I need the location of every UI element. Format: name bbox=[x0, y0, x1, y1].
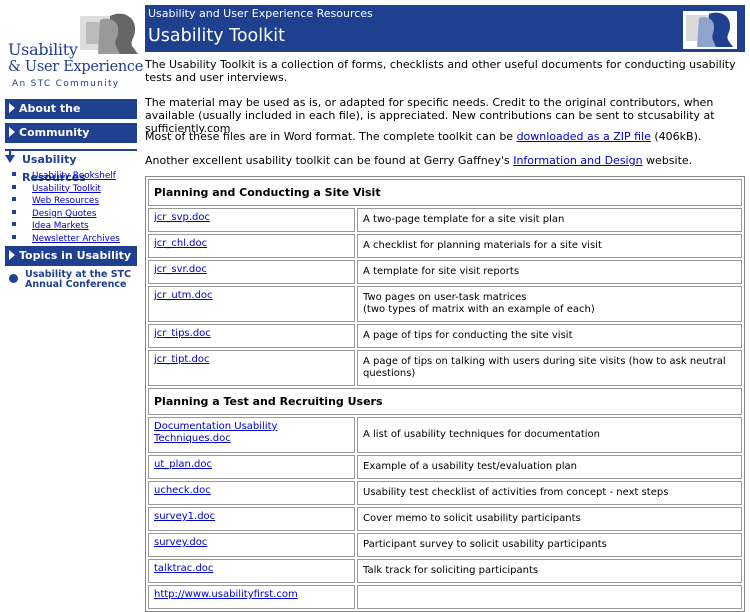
table-row: ut_plan.doc Example of a usability test/… bbox=[148, 455, 742, 479]
file-cell: Documentation Usability Techniques.doc bbox=[148, 417, 355, 453]
desc-cell: Usability test checklist of activities f… bbox=[357, 481, 742, 505]
triangle-right-icon bbox=[9, 250, 15, 260]
file-cell: jcr_svp.doc bbox=[148, 208, 355, 232]
desc-line: Two pages on user-task matrices bbox=[363, 292, 527, 303]
table-row: http://www.usabilityfirst.com bbox=[148, 585, 742, 609]
table-row: jcr_utm.doc Two pages on user-task matri… bbox=[148, 286, 742, 322]
file-link[interactable]: jcr_svr.doc bbox=[154, 264, 207, 275]
table-row: jcr_tipt.doc A page of tips on talking w… bbox=[148, 350, 742, 386]
file-cell: jcr_svr.doc bbox=[148, 260, 355, 284]
desc-cell: A two-page template for a site visit pla… bbox=[357, 208, 742, 232]
file-link[interactable]: survey1.doc bbox=[154, 511, 215, 522]
table-row: jcr_svr.doc A template for site visit re… bbox=[148, 260, 742, 284]
file-link[interactable]: jcr_tipt.doc bbox=[154, 354, 210, 365]
resources-subnav: Usability Bookshelf Usability Toolkit We… bbox=[10, 170, 138, 246]
triangle-right-icon bbox=[9, 127, 15, 137]
file-link[interactable]: ucheck.doc bbox=[154, 485, 211, 496]
desc-cell: A page of tips on talking with users dur… bbox=[357, 350, 742, 386]
table-section-header: Planning and Conducting a Site Visit bbox=[148, 179, 742, 206]
file-cell: jcr_chl.doc bbox=[148, 234, 355, 258]
file-cell: survey.doc bbox=[148, 533, 355, 557]
file-cell: jcr_tips.doc bbox=[148, 324, 355, 348]
gaffney-paragraph: Another excellent usability toolkit can … bbox=[145, 154, 747, 167]
triangle-right-icon bbox=[9, 103, 15, 113]
subnav-link-web-resources[interactable]: Web Resources bbox=[32, 196, 99, 206]
table-row: jcr_svp.doc A two-page template for a si… bbox=[148, 208, 742, 232]
download-text-post: (406kB). bbox=[650, 130, 702, 143]
subnav-item: Newsletter Archives bbox=[10, 233, 138, 246]
file-link[interactable]: talktrac.doc bbox=[154, 563, 213, 574]
desc-line: (two types of matrix with an example of … bbox=[363, 304, 595, 315]
subnav-link-newsletter-archives[interactable]: Newsletter Archives bbox=[32, 234, 120, 244]
desc-cell bbox=[357, 585, 742, 609]
file-cell: jcr_tipt.doc bbox=[148, 350, 355, 386]
nav-community-activities[interactable]: Community Activities bbox=[5, 123, 137, 159]
file-link[interactable]: jcr_svp.doc bbox=[154, 212, 210, 223]
desc-cell: A checklist for planning materials for a… bbox=[357, 234, 742, 258]
download-text-pre: Most of these files are in Word format. … bbox=[145, 130, 517, 143]
download-paragraph: Most of these files are in Word format. … bbox=[145, 130, 747, 143]
nav-topics-in-usability[interactable]: Topics in Usability bbox=[5, 246, 137, 266]
logo-line-1: Usability bbox=[8, 40, 78, 59]
logo-tagline: An STC Community bbox=[12, 79, 120, 89]
download-zip-link[interactable]: downloaded as a ZIP file bbox=[517, 130, 651, 143]
desc-cell: Two pages on user-task matrices (two type… bbox=[357, 286, 742, 322]
nav-about-community[interactable]: About the Community bbox=[5, 99, 137, 135]
section-title-site-visit: Planning and Conducting a Site Visit bbox=[148, 179, 742, 206]
desc-cell: A list of usability techniques for docum… bbox=[357, 417, 742, 453]
file-cell: ut_plan.doc bbox=[148, 455, 355, 479]
table-section-header: Planning a Test and Recruiting Users bbox=[148, 388, 742, 415]
desc-cell: A page of tips for conducting the site v… bbox=[357, 324, 742, 348]
site-title: Usability and User Experience Resources bbox=[148, 7, 373, 20]
desc-cell: Participant survey to solicit usability … bbox=[357, 533, 742, 557]
subnav-link-toolkit[interactable]: Usability Toolkit bbox=[32, 184, 101, 194]
table-row: jcr_chl.doc A checklist for planning mat… bbox=[148, 234, 742, 258]
file-link[interactable]: Documentation Usability Techniques.doc bbox=[154, 421, 277, 444]
file-link[interactable]: jcr_tips.doc bbox=[154, 328, 211, 339]
nav-topics-label: Topics in Usability bbox=[19, 249, 132, 262]
file-link[interactable]: jcr_utm.doc bbox=[154, 290, 213, 301]
file-cell: http://www.usabilityfirst.com bbox=[148, 585, 355, 609]
file-link[interactable]: http://www.usabilityfirst.com bbox=[154, 589, 298, 600]
gaffney-text-pre: Another excellent usability toolkit can … bbox=[145, 154, 514, 167]
table-row: jcr_tips.doc A page of tips for conducti… bbox=[148, 324, 742, 348]
subnav-link-idea-markets[interactable]: Idea Markets bbox=[32, 221, 89, 231]
file-cell: survey1.doc bbox=[148, 507, 355, 531]
file-cell: ucheck.doc bbox=[148, 481, 355, 505]
information-and-design-link[interactable]: Information and Design bbox=[513, 154, 642, 167]
page-title: Usability Toolkit bbox=[148, 26, 285, 46]
table-row: survey1.doc Cover memo to solicit usabil… bbox=[148, 507, 742, 531]
file-link[interactable]: jcr_chl.doc bbox=[154, 238, 207, 249]
sidebar: Usability & User Experience An STC Commu… bbox=[0, 0, 143, 563]
logo-line-2: & User Experience bbox=[8, 59, 144, 75]
subnav-link-bookshelf[interactable]: Usability Bookshelf bbox=[32, 171, 116, 181]
site-logo[interactable]: Usability & User Experience An STC Commu… bbox=[6, 8, 143, 90]
subnav-link-design-quotes[interactable]: Design Quotes bbox=[32, 209, 97, 219]
table-row: survey.doc Participant survey to solicit… bbox=[148, 533, 742, 557]
heads-icon bbox=[683, 11, 737, 49]
desc-cell: A template for site visit reports bbox=[357, 260, 742, 284]
subnav-item: Idea Markets bbox=[10, 220, 138, 233]
arrow-down-icon bbox=[5, 149, 15, 163]
subnav-item: Design Quotes bbox=[10, 208, 138, 221]
section-title-test-recruiting: Planning a Test and Recruiting Users bbox=[148, 388, 742, 415]
subnav-item: Usability Toolkit bbox=[10, 183, 138, 196]
desc-cell: Cover memo to solicit usability particip… bbox=[357, 507, 742, 531]
desc-cell: Example of a usability test/evaluation p… bbox=[357, 455, 742, 479]
subnav-item: Usability Bookshelf bbox=[10, 170, 138, 183]
gaffney-text-post: website. bbox=[642, 154, 693, 167]
heads-logo-icon bbox=[80, 13, 138, 54]
table-row: Documentation Usability Techniques.doc A… bbox=[148, 417, 742, 453]
nav-usability-resources[interactable]: Usability Resources bbox=[5, 149, 137, 184]
intro-paragraph: The Usability Toolkit is a collection of… bbox=[145, 58, 736, 84]
file-link[interactable]: ut_plan.doc bbox=[154, 459, 212, 470]
bullet-dot-icon bbox=[9, 274, 18, 283]
page-header: Usability and User Experience Resources … bbox=[145, 5, 745, 52]
toolkit-table: Planning and Conducting a Site Visit jcr… bbox=[145, 176, 745, 612]
table-row: ucheck.doc Usability test checklist of a… bbox=[148, 481, 742, 505]
file-link[interactable]: survey.doc bbox=[154, 537, 207, 548]
file-cell: jcr_utm.doc bbox=[148, 286, 355, 322]
nav-conference-label: Usability at the STC Annual Conference bbox=[25, 269, 131, 290]
subnav-item: Web Resources bbox=[10, 195, 138, 208]
